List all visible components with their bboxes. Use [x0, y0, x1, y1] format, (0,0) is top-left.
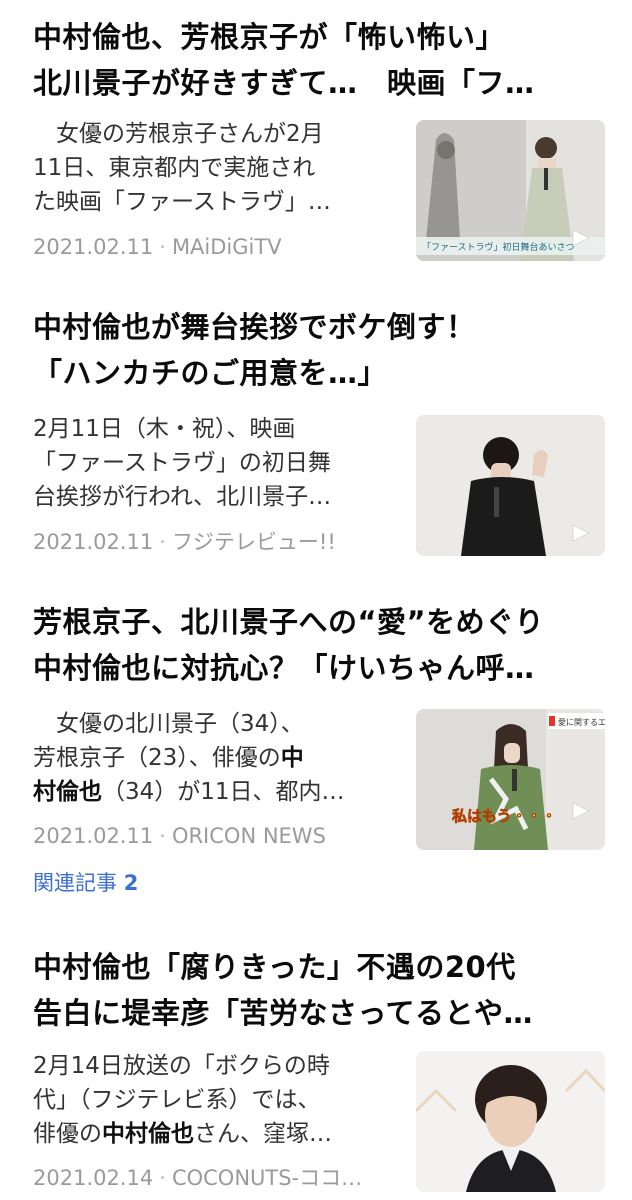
summary-line: 台挨拶が行われ、北川景子…	[33, 484, 332, 510]
article-meta: 2021.02.11 · ORICON NEWS	[33, 821, 403, 851]
article-source: COCONUTS-ココ…	[171, 1166, 363, 1190]
article-meta: 2021.02.14 · COCONUTS-ココ…	[33, 1163, 403, 1193]
title-line: 「ハンカチのご用意を…」	[33, 356, 388, 390]
article-date: 2021.02.14	[33, 1166, 154, 1190]
article-summary: 2月14日放送の「ボクらの時 代」（フジテレビ系）では、 俳優の中村倫也さん、窪…	[33, 1049, 395, 1151]
meta-separator: ·	[159, 530, 166, 554]
summary-highlight: 中村倫也	[102, 1121, 194, 1147]
thumbnail-badge: 愛に関するエ	[558, 717, 605, 727]
article-source: MAiDiGiTV	[171, 235, 282, 259]
summary-text: 代」（フジテレビ系）では、	[33, 1087, 321, 1113]
news-article-4[interactable]: 中村倫也「腐りきった」不遇の20代 告白に堤幸彦「苦労なさってるとや… 2月14…	[0, 930, 632, 1200]
article-thumbnail[interactable]: 「ファーストラヴ」初日舞台あいさつ	[416, 120, 605, 261]
summary-line: 女優の北川景子（34）、	[33, 707, 395, 741]
article-date: 2021.02.11	[33, 530, 154, 554]
related-articles-link[interactable]: 関連記事 2	[33, 868, 138, 898]
summary-line: た映画「ファーストラヴ」…	[33, 189, 331, 215]
play-icon	[572, 524, 590, 542]
summary-line: 2月11日（木・祝）、映画	[33, 416, 296, 442]
meta-separator: ·	[159, 824, 166, 848]
article-date: 2021.02.11	[33, 824, 154, 848]
article-meta: 2021.02.11 · MAiDiGiTV	[33, 232, 403, 262]
summary-line: 女優の芳根京子さんが2月	[33, 121, 324, 147]
summary-line: 俳優の中村倫也さん、窪塚…	[33, 1117, 395, 1151]
article-title[interactable]: 中村倫也が舞台挨拶でボケ倒す！ 「ハンカチのご用意を…」	[33, 304, 608, 396]
summary-line: 11日、東京都内で実施され	[33, 155, 316, 181]
summary-text: （34）が11日、都内…	[102, 779, 345, 805]
article-date: 2021.02.11	[33, 235, 154, 259]
summary-highlight: 中	[280, 745, 304, 771]
title-line: 芳根京子、北川景子への“愛”をめぐり	[33, 605, 545, 639]
summary-line: 代」（フジテレビ系）では、	[33, 1083, 395, 1117]
news-article-1[interactable]: 中村倫也、芳根京子が「怖い怖い」 北川景子が好きすぎて… 映画「フ… 女優の芳根…	[0, 0, 632, 290]
summary-text: 女優の北川景子（34）、	[33, 711, 304, 737]
summary-line: 「ファーストラヴ」の初日舞	[33, 450, 331, 476]
title-line: 中村倫也が舞台挨拶でボケ倒す！	[33, 310, 476, 344]
title-line: 中村倫也、芳根京子が「怖い怖い」	[33, 20, 506, 54]
summary-text: さん、窪塚…	[194, 1121, 332, 1147]
article-summary: 女優の芳根京子さんが2月 11日、東京都内で実施され た映画「ファーストラヴ」…	[33, 117, 395, 219]
summary-line: 村倫也（34）が11日、都内…	[33, 775, 395, 809]
title-line: 告白に堤幸彦「苦労なさってるとや…	[33, 996, 534, 1030]
summary-text: 芳根京子（23）、俳優の	[33, 745, 281, 771]
meta-separator: ·	[159, 1166, 166, 1190]
summary-text: 2月14日放送の「ボクらの時	[33, 1053, 330, 1079]
related-count: 2	[123, 871, 139, 895]
summary-line: 2月14日放送の「ボクらの時	[33, 1049, 395, 1083]
news-article-2[interactable]: 中村倫也が舞台挨拶でボケ倒す！ 「ハンカチのご用意を…」 2月11日（木・祝）、…	[0, 290, 632, 585]
news-feed: 中村倫也、芳根京子が「怖い怖い」 北川景子が好きすぎて… 映画「フ… 女優の芳根…	[0, 0, 632, 1200]
article-thumbnail[interactable]	[416, 415, 605, 556]
play-icon	[572, 229, 590, 247]
article-source: ORICON NEWS	[171, 824, 326, 848]
summary-text: 俳優の	[33, 1121, 102, 1147]
article-title[interactable]: 中村倫也、芳根京子が「怖い怖い」 北川景子が好きすぎて… 映画「フ…	[33, 14, 608, 106]
title-line: 中村倫也「腐りきった」不遇の20代	[33, 950, 516, 984]
related-label: 関連記事	[33, 871, 117, 895]
news-article-3[interactable]: 芳根京子、北川景子への“愛”をめぐり 中村倫也に対抗心？「けいちゃん呼… 女優の…	[0, 585, 632, 930]
thumbnail-caption: 「ファーストラヴ」初日舞台あいさつ	[422, 241, 575, 253]
article-source: フジテレビュー!!	[171, 530, 336, 554]
summary-highlight: 村倫也	[33, 779, 102, 805]
meta-separator: ·	[159, 235, 166, 259]
summary-line: 芳根京子（23）、俳優の中	[33, 741, 395, 775]
article-thumbnail[interactable]	[416, 1051, 605, 1192]
play-icon	[572, 802, 590, 820]
article-title[interactable]: 中村倫也「腐りきった」不遇の20代 告白に堤幸彦「苦労なさってるとや…	[33, 944, 608, 1036]
article-title[interactable]: 芳根京子、北川景子への“愛”をめぐり 中村倫也に対抗心？「けいちゃん呼…	[33, 599, 608, 691]
article-meta: 2021.02.11 · フジテレビュー!!	[33, 527, 403, 557]
article-summary: 女優の北川景子（34）、 芳根京子（23）、俳優の中 村倫也（34）が11日、都…	[33, 707, 395, 809]
article-thumbnail[interactable]: 愛に関するエ 私はもう・・・	[416, 709, 605, 850]
thumbnail-caption: 私はもう・・・	[451, 807, 557, 825]
title-line: 北川景子が好きすぎて… 映画「フ…	[33, 66, 535, 100]
article-summary: 2月11日（木・祝）、映画 「ファーストラヴ」の初日舞 台挨拶が行われ、北川景子…	[33, 412, 395, 514]
title-line: 中村倫也に対抗心？「けいちゃん呼…	[33, 651, 535, 685]
